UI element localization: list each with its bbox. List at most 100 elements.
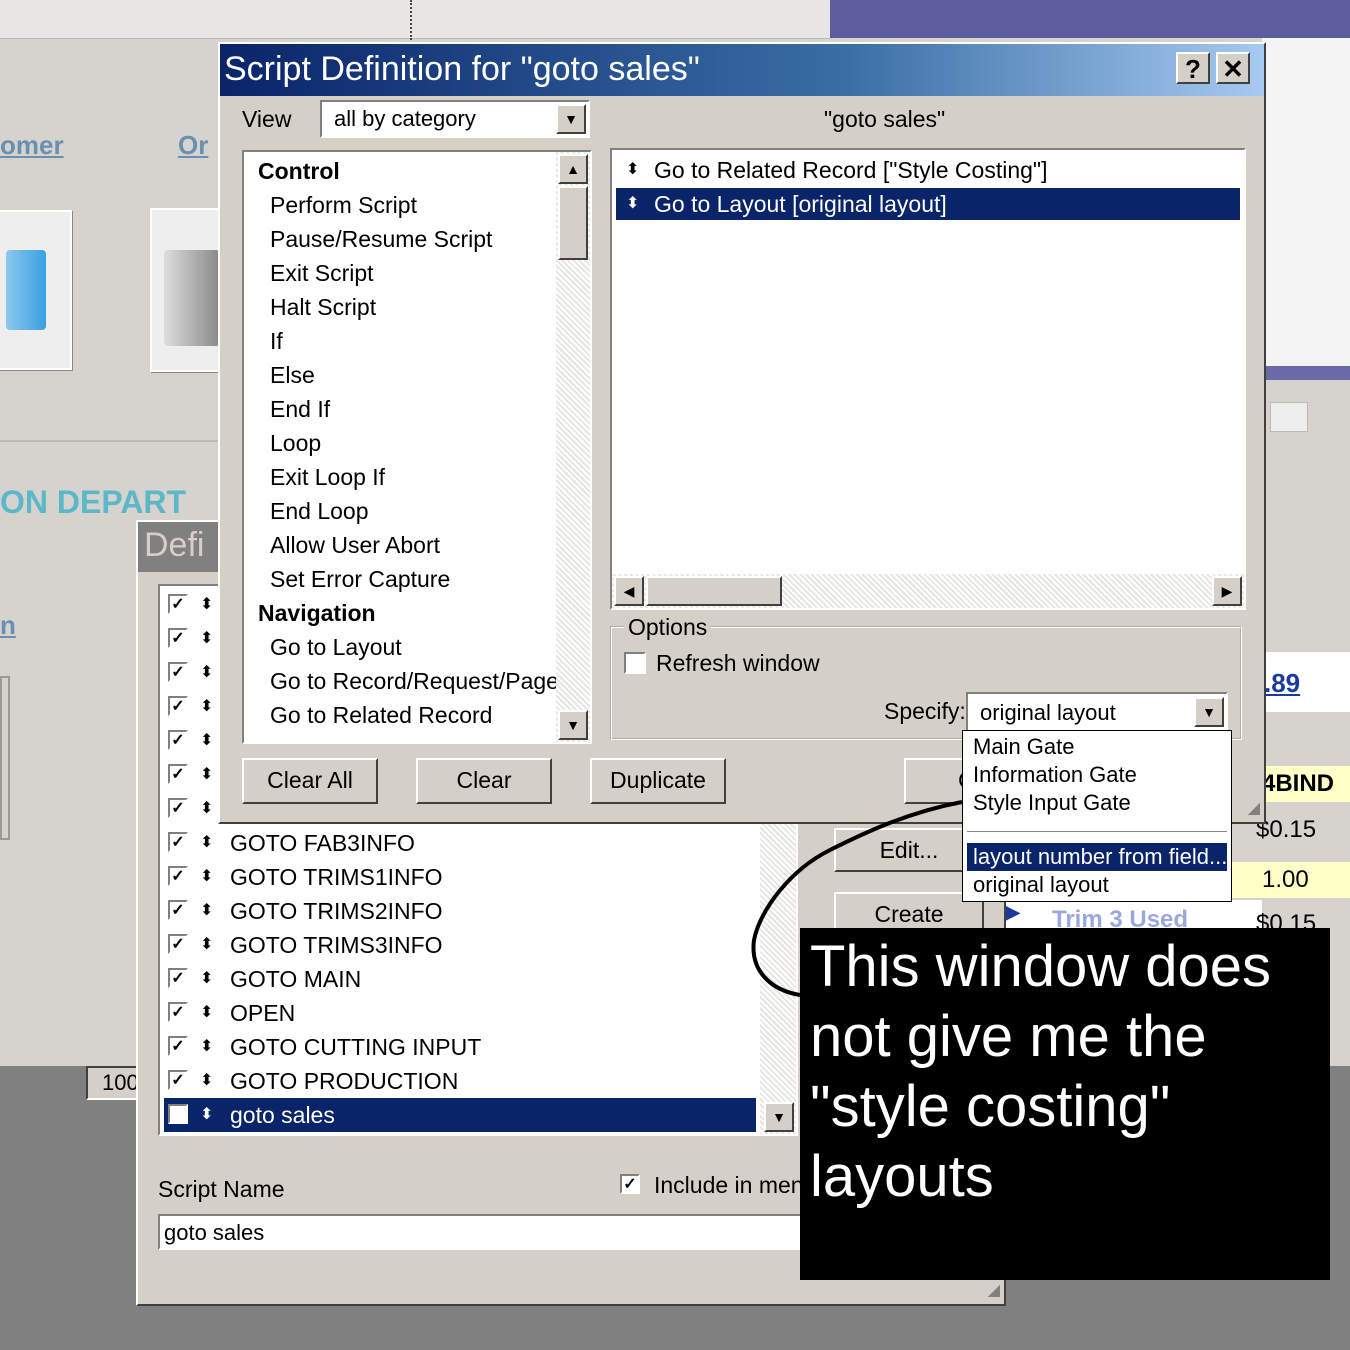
specify-dropdown-list[interactable]: Main Gate Information Gate Style Input Gat…: [962, 730, 1232, 902]
background-link-customer[interactable]: omer: [0, 130, 64, 161]
duplicate-button[interactable]: Duplicate: [590, 758, 726, 804]
background-thumbnail-1[interactable]: [0, 210, 72, 370]
script-row[interactable]: ✓ ⬍ GOTO TRIMS1INFO: [164, 860, 756, 894]
background-thumbnail-2[interactable]: [150, 208, 224, 372]
script-enabled-checkbox[interactable]: ✓: [168, 696, 188, 716]
move-handle-icon[interactable]: ⬍: [200, 758, 213, 792]
script-enabled-checkbox[interactable]: ✓: [168, 1070, 188, 1090]
steps-list-item[interactable]: Loop: [270, 430, 321, 457]
steps-list-item[interactable]: Exit Script: [270, 260, 374, 287]
steps-list-item[interactable]: Exit Loop If: [270, 464, 385, 491]
steps-scroll-thumb[interactable]: [558, 186, 588, 260]
layout-option[interactable]: original layout: [967, 871, 1227, 899]
script-scroll-left-button[interactable]: ◀: [614, 576, 644, 606]
steps-list-item[interactable]: Go to Record/Request/Page: [270, 668, 559, 695]
script-row[interactable]: ✓ ⬍ GOTO PRODUCTION: [164, 1064, 756, 1098]
annotation-note: This window does not give me the "style …: [800, 928, 1330, 1280]
script-step-row[interactable]: ⬍ Go to Layout [original layout]: [616, 188, 1240, 220]
background-price-89[interactable]: .89: [1264, 668, 1300, 699]
steps-list-item[interactable]: Pause/Resume Script: [270, 226, 492, 253]
script-enabled-checkbox[interactable]: ✓: [168, 934, 188, 954]
script-steps-list[interactable]: ⬍ Go to Related Record ["Style Costing"] ⬍…: [610, 148, 1246, 610]
script-enabled-checkbox[interactable]: ✓: [168, 1002, 188, 1022]
move-handle-icon[interactable]: ⬍: [200, 690, 213, 724]
steps-list[interactable]: Control Perform Script Pause/Resume Script…: [242, 150, 592, 744]
move-handle-icon[interactable]: ⬍: [200, 622, 213, 656]
move-handle-icon[interactable]: ⬍: [200, 792, 213, 826]
steps-list-item[interactable]: Go to Layout: [270, 634, 402, 661]
script-definition-titlebar[interactable]: Script Definition for "goto sales" ? ✕: [220, 44, 1264, 96]
specify-chevron-down-icon[interactable]: ▼: [1194, 697, 1224, 727]
steps-list-item[interactable]: Halt Script: [270, 294, 376, 321]
layout-option[interactable]: Style Input Gate: [967, 789, 1227, 817]
script-step-row[interactable]: ⬍ Go to Related Record ["Style Costing"]: [616, 154, 1240, 186]
layout-option[interactable]: Main Gate: [967, 733, 1227, 761]
move-handle-icon[interactable]: ⬍: [200, 928, 213, 962]
script-row[interactable]: ✓ ⬍ goto sales: [164, 1098, 756, 1132]
move-handle-icon[interactable]: ⬍: [626, 154, 639, 186]
move-handle-icon[interactable]: ⬍: [200, 588, 213, 622]
script-enabled-checkbox[interactable]: ✓: [168, 730, 188, 750]
script-row-name: GOTO TRIMS3INFO: [230, 932, 443, 958]
close-button[interactable]: ✕: [1216, 52, 1250, 84]
script-scroll-thumb[interactable]: [646, 576, 782, 606]
clear-button[interactable]: Clear: [416, 758, 552, 804]
refresh-window-label: Refresh window: [656, 650, 820, 676]
steps-list-item[interactable]: If: [270, 328, 283, 355]
script-enabled-checkbox[interactable]: ✓: [168, 798, 188, 818]
script-enabled-checkbox[interactable]: ✓: [168, 764, 188, 784]
move-handle-icon[interactable]: ⬍: [200, 826, 213, 860]
steps-scroll-down-button[interactable]: ▼: [558, 710, 588, 740]
layout-option[interactable]: layout number from field...: [967, 843, 1227, 871]
move-handle-icon[interactable]: ⬍: [626, 188, 639, 220]
background-link-n[interactable]: n: [0, 610, 16, 641]
move-handle-icon[interactable]: ⬍: [200, 1030, 213, 1064]
steps-list-item[interactable]: Perform Script: [270, 192, 417, 219]
script-enabled-checkbox[interactable]: ✓: [168, 968, 188, 988]
background-link-or[interactable]: Or: [178, 130, 208, 161]
view-select-chevron-down-icon[interactable]: ▼: [556, 104, 586, 134]
steps-list-item[interactable]: End If: [270, 396, 330, 423]
steps-list-item[interactable]: Else: [270, 362, 315, 389]
move-handle-icon[interactable]: ⬍: [200, 724, 213, 758]
steps-list-item[interactable]: Allow User Abort: [270, 532, 440, 559]
steps-list-item[interactable]: Go to Related Record: [270, 702, 492, 729]
move-handle-icon[interactable]: ⬍: [200, 1098, 213, 1132]
layout-option[interactable]: Information Gate: [967, 761, 1227, 789]
move-handle-icon[interactable]: ⬍: [200, 996, 213, 1030]
script-enabled-checkbox[interactable]: ✓: [168, 1104, 188, 1124]
script-row[interactable]: ✓ ⬍ GOTO TRIMS3INFO: [164, 928, 756, 962]
clear-all-button[interactable]: Clear All: [242, 758, 378, 804]
steps-list-item[interactable]: End Loop: [270, 498, 368, 525]
view-select[interactable]: all by category ▼: [320, 100, 590, 138]
script-enabled-checkbox[interactable]: ✓: [168, 662, 188, 682]
move-handle-icon[interactable]: ⬍: [200, 894, 213, 928]
script-row[interactable]: ✓ ⬍ GOTO FAB3INFO: [164, 826, 756, 860]
script-row[interactable]: ✓ ⬍ GOTO MAIN: [164, 962, 756, 996]
script-row[interactable]: ✓ ⬍ OPEN: [164, 996, 756, 1030]
script-row[interactable]: ✓ ⬍ GOTO CUTTING INPUT: [164, 1030, 756, 1064]
move-handle-icon[interactable]: ⬍: [200, 656, 213, 690]
script-enabled-checkbox[interactable]: ✓: [168, 628, 188, 648]
script-enabled-checkbox[interactable]: ✓: [168, 832, 188, 852]
refresh-window-checkbox[interactable]: [624, 652, 646, 674]
background-trim-label[interactable]: Trim 3 Used: [1052, 906, 1188, 928]
script-row[interactable]: ✓ ⬍ GOTO TRIMS2INFO: [164, 894, 756, 928]
resize-grip-icon[interactable]: ◢: [1248, 798, 1260, 818]
resize-grip-icon[interactable]: ◢: [988, 1280, 1000, 1300]
move-handle-icon[interactable]: ⬍: [200, 1064, 213, 1098]
scripts-scroll-down-button[interactable]: ▼: [764, 1102, 794, 1132]
include-in-menu-checkbox[interactable]: ✓: [620, 1174, 640, 1194]
steps-scroll-up-button[interactable]: ▲: [558, 154, 588, 184]
specify-select[interactable]: original layout ▼: [966, 692, 1228, 732]
steps-list-item[interactable]: Set Error Capture: [270, 566, 450, 593]
script-enabled-checkbox[interactable]: ✓: [168, 900, 188, 920]
script-enabled-checkbox[interactable]: ✓: [168, 1036, 188, 1056]
script-enabled-checkbox[interactable]: ✓: [168, 594, 188, 614]
script-enabled-checkbox[interactable]: ✓: [168, 866, 188, 886]
script-scroll-right-button[interactable]: ▶: [1212, 576, 1242, 606]
move-handle-icon[interactable]: ⬍: [200, 860, 213, 894]
help-button[interactable]: ?: [1176, 52, 1210, 84]
move-handle-icon[interactable]: ⬍: [200, 962, 213, 996]
script-name-input[interactable]: goto sales: [158, 1214, 858, 1250]
